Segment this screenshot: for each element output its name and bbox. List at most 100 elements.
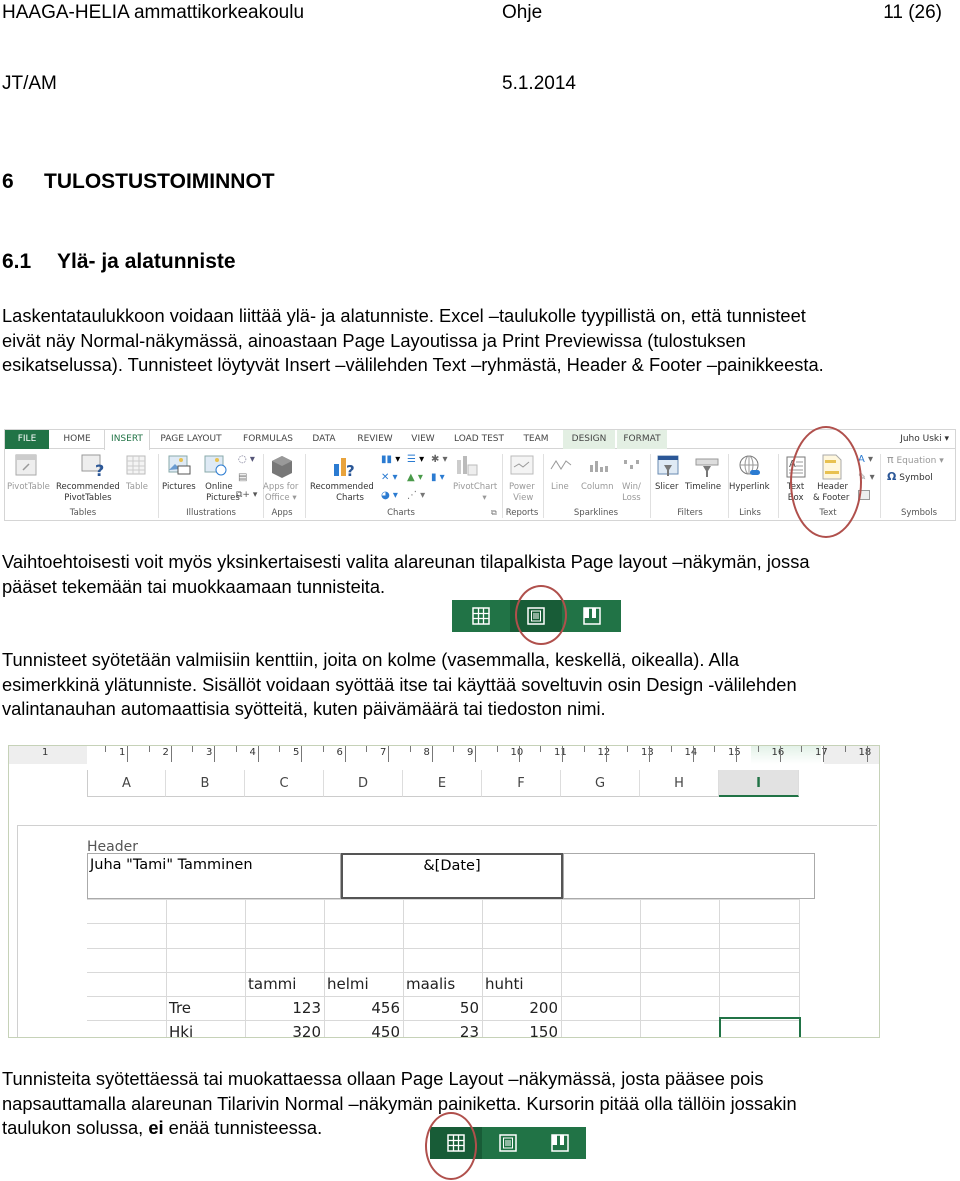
tab-team[interactable]: TEAM (516, 430, 556, 449)
pictures-button[interactable]: Pictures (162, 482, 196, 493)
header-footer-button[interactable]: Header & Footer (813, 482, 849, 504)
tab-home[interactable]: HOME (55, 430, 99, 449)
ruler-tick (127, 746, 128, 762)
column-header-d[interactable]: D (324, 770, 403, 797)
object-icon[interactable] (858, 490, 870, 500)
power-view-button[interactable]: Power View (509, 482, 535, 504)
page-break-preview-button[interactable] (562, 600, 621, 632)
value-cell[interactable]: 150 (485, 1021, 558, 1037)
sparkline-winloss-button[interactable]: Win/Loss (622, 482, 641, 504)
bar-chart-icon[interactable]: ☰ ▾ (407, 454, 424, 465)
svg-text:?: ? (346, 462, 355, 480)
pie-chart-icon[interactable]: ◕ ▾ (381, 490, 398, 501)
line-chart-icon[interactable]: ✕ ▾ (381, 472, 398, 483)
tab-format[interactable]: FORMAT (617, 430, 667, 449)
tab-file[interactable]: FILE (5, 430, 49, 449)
ruler-tick (105, 746, 107, 752)
slicer-button[interactable]: Slicer (655, 482, 679, 493)
column-header-e[interactable]: E (403, 770, 482, 797)
omega-icon: Ω (887, 470, 897, 483)
radar-chart-icon[interactable]: ✱ ▾ (431, 454, 448, 465)
pivotchart-button[interactable]: PivotChart ▾ (453, 482, 497, 504)
header-left-text: Juha "Tami" Tamminen (90, 857, 253, 873)
sparkline-line-icon (550, 460, 572, 470)
scatter-chart-icon[interactable]: ⋰ ▾ (407, 490, 425, 501)
column-header-a[interactable]: A (87, 770, 166, 797)
ruler-tick (192, 746, 194, 752)
combo-chart-icon[interactable]: ▮ ▾ (431, 472, 445, 483)
tab-design[interactable]: DESIGN (563, 430, 615, 449)
row-label-cell[interactable]: Tre (169, 997, 242, 1019)
recommended-pivottables-button[interactable]: Recommended PivotTables (56, 482, 120, 504)
page-layout-view-button[interactable] (510, 600, 562, 632)
online-pictures-button[interactable]: Online Pictures (198, 482, 240, 504)
chapter-title: TULOSTUSTOIMINNOT (44, 170, 275, 193)
value-cell[interactable]: 450 (327, 1021, 400, 1037)
text-box-button[interactable]: Text Box (787, 482, 804, 504)
hyperlink-button[interactable]: Hyperlink (729, 482, 770, 493)
shapes-icon[interactable]: ◌ ▾ (238, 454, 255, 465)
user-account[interactable]: Juho Uski ▾ (900, 430, 949, 449)
column-header-h[interactable]: H (640, 770, 719, 797)
ruler-tick (475, 746, 476, 762)
page-layout-sheet: 1 1 2 3 4 5 6 7 8 9 10 11 12 13 14 15 16 17 18 ABCDEFGHI … (8, 745, 880, 1038)
tab-insert[interactable]: INSERT (104, 430, 150, 450)
sparkline-column-button[interactable]: Column (581, 482, 614, 493)
tab-data[interactable]: DATA (305, 430, 343, 449)
button-label: PivotChart (453, 482, 498, 492)
month-header-cell[interactable]: huhti (485, 973, 558, 995)
group-label-text: Text (819, 508, 837, 518)
ruler-number: 17 (815, 747, 828, 758)
column-header-g[interactable]: G (561, 770, 640, 797)
value-cell[interactable]: 456 (327, 997, 400, 1019)
value-cell[interactable]: 23 (406, 1021, 479, 1037)
area-chart-icon[interactable]: ▲ ▾ (407, 472, 423, 483)
tab-review[interactable]: REVIEW (353, 430, 397, 449)
header-right-section[interactable] (563, 853, 815, 899)
column-chart-icon[interactable]: ▮▮ ▾ (381, 454, 400, 465)
column-header-b[interactable]: B (166, 770, 245, 797)
wordart-icon[interactable]: A ▾ (858, 454, 873, 465)
ruler-number: 7 (380, 747, 387, 758)
value-cell[interactable]: 50 (406, 997, 479, 1019)
header-center-section[interactable]: &[Date] (341, 853, 563, 899)
symbol-button[interactable]: Ω Symbol (887, 471, 933, 484)
tab-formulas[interactable]: FORMULAS (237, 430, 299, 449)
screenshot-icon[interactable]: ⧉+ ▾ (236, 490, 257, 500)
ruler-tick (409, 746, 411, 752)
value-cell[interactable]: 320 (248, 1021, 321, 1037)
page-layout-view-button[interactable] (482, 1127, 534, 1159)
column-header-f[interactable]: F (482, 770, 561, 797)
pivottable-button[interactable]: PivotTable (7, 482, 50, 493)
table-button[interactable]: Table (126, 482, 148, 493)
sparkline-line-button[interactable]: Line (551, 482, 569, 493)
signature-line-icon[interactable]: ✎ ▾ (858, 472, 875, 483)
tab-view[interactable]: VIEW (405, 430, 441, 449)
month-header-cell[interactable]: maalis (406, 973, 479, 995)
column-header-c[interactable]: C (245, 770, 324, 797)
recommended-charts-button[interactable]: Recommended Charts (310, 482, 374, 504)
excel-ribbon: FILE HOME INSERT PAGE LAYOUT FORMULAS DA… (4, 429, 956, 521)
button-label: Win/ (622, 482, 641, 492)
group-label-sparklines: Sparklines (573, 508, 619, 518)
column-header-i[interactable]: I (719, 770, 799, 797)
value-cell[interactable]: 200 (485, 997, 558, 1019)
header-left-section[interactable]: Juha "Tami" Tamminen (87, 853, 341, 899)
smartart-icon[interactable]: ▤ (238, 472, 247, 483)
normal-view-button[interactable] (430, 1127, 482, 1159)
month-header-cell[interactable]: helmi (327, 973, 400, 995)
page-break-preview-button[interactable] (534, 1127, 586, 1159)
apps-for-office-button[interactable]: Apps for Office ▾ (263, 482, 298, 504)
ruler-number: 12 (597, 747, 611, 758)
timeline-button[interactable]: Timeline (685, 482, 721, 493)
row-label-cell[interactable]: Hki (169, 1021, 242, 1037)
normal-view-button[interactable] (452, 600, 510, 632)
tab-page-layout[interactable]: PAGE LAYOUT (155, 430, 227, 449)
month-header-cell[interactable]: tammi (248, 973, 321, 995)
equation-button[interactable]: π Equation ▾ (887, 454, 944, 467)
tab-load-test[interactable]: LOAD TEST (449, 430, 509, 449)
intro-line: eivät näy Normal-näkymässä, ainoastaan P… (2, 329, 746, 351)
value-cell[interactable]: 123 (248, 997, 321, 1019)
active-cell[interactable] (719, 1017, 801, 1037)
dialog-launcher-icon[interactable]: ⧉ (491, 508, 497, 518)
